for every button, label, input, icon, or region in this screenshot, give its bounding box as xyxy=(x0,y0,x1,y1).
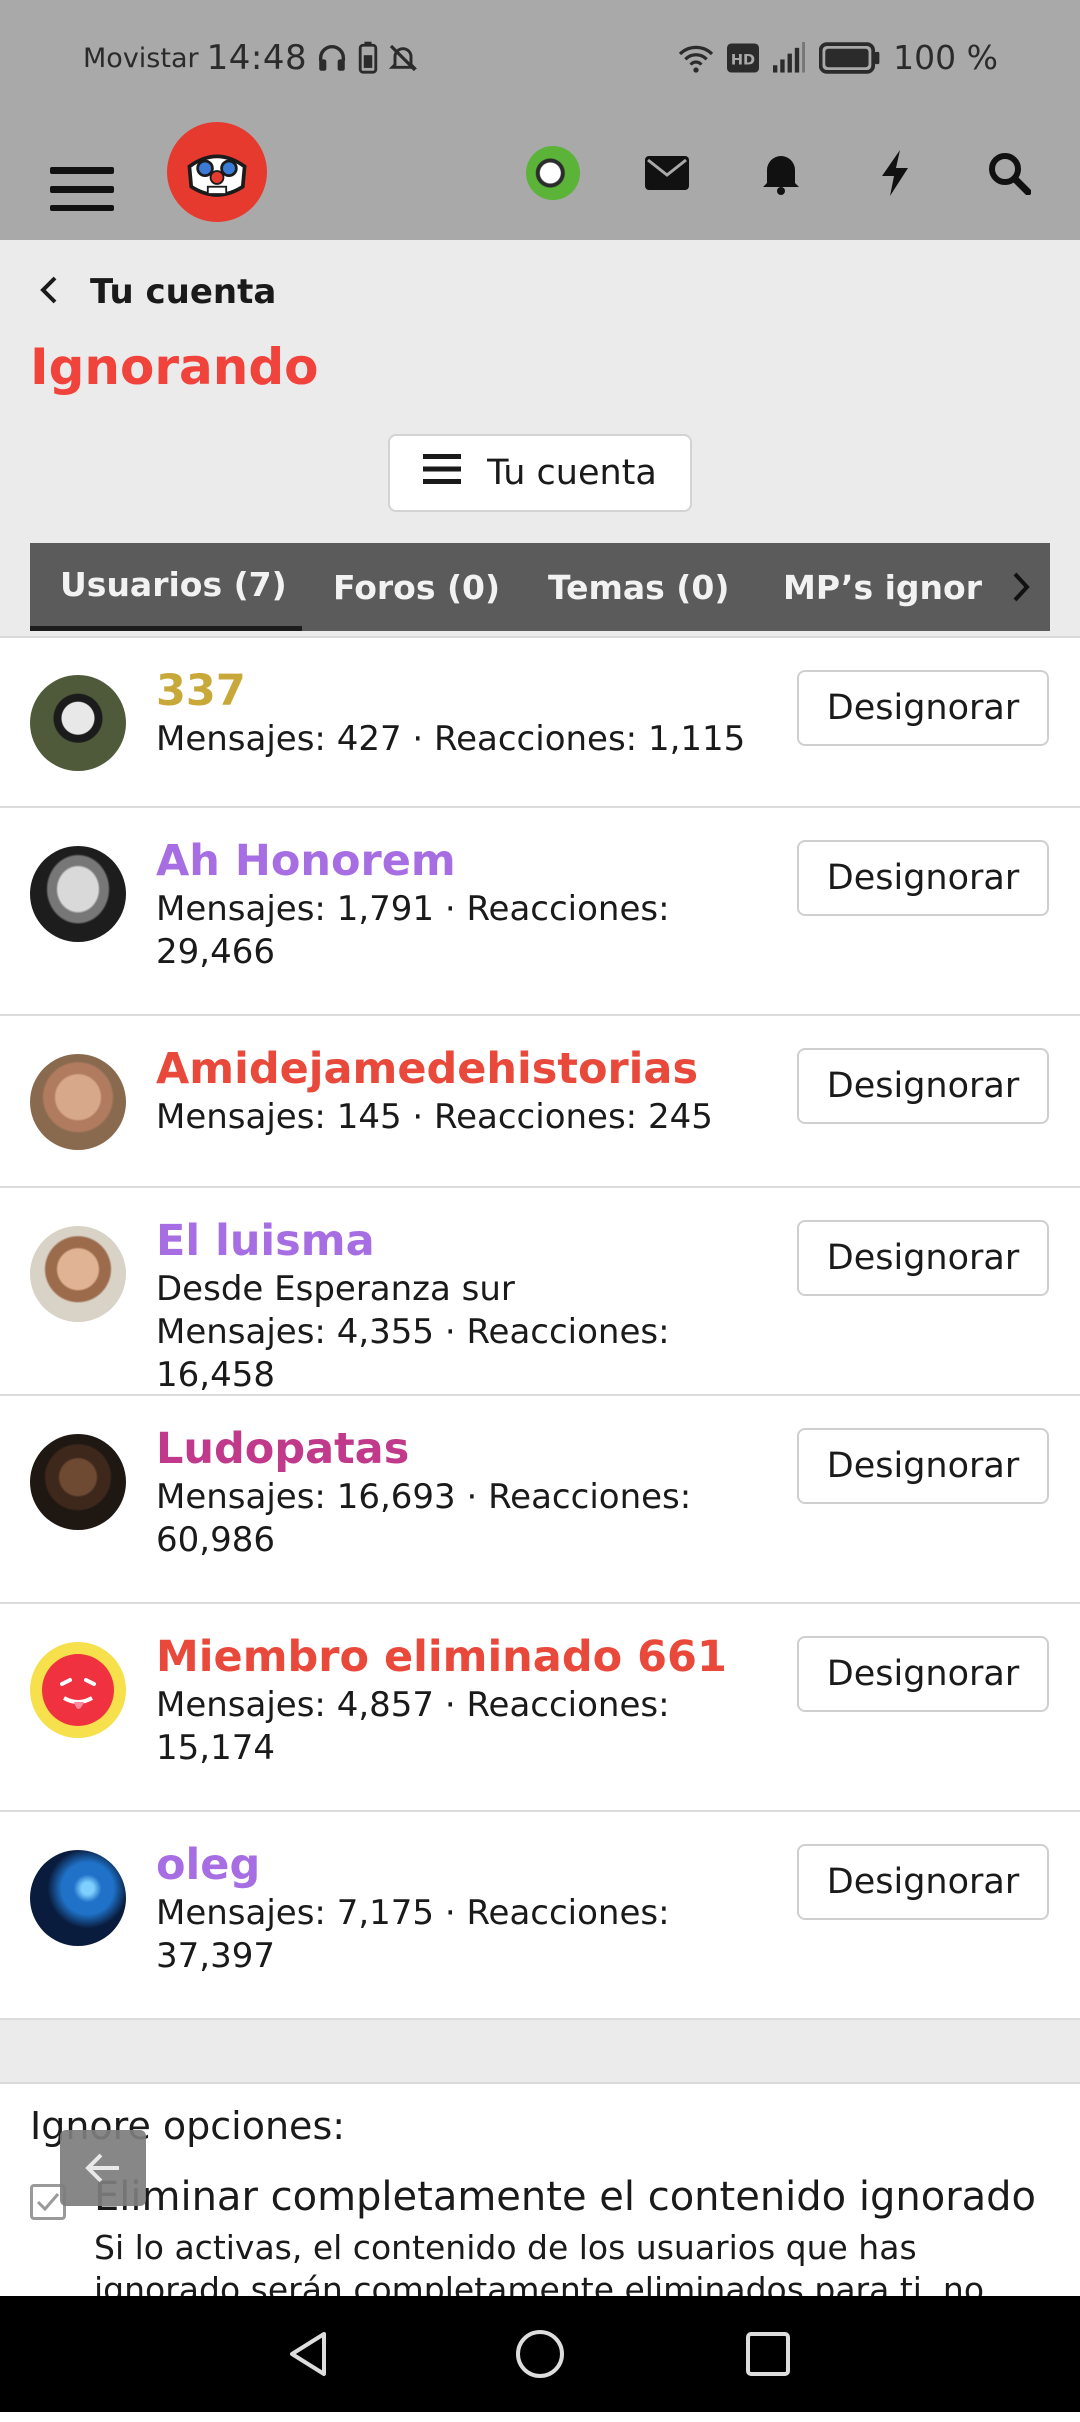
user-name[interactable]: Ah Honorem xyxy=(156,836,456,886)
nav-back-icon[interactable] xyxy=(278,2324,338,2384)
carrier-label: Movistar xyxy=(83,42,199,74)
battery-icon xyxy=(819,41,881,75)
chevron-right-icon[interactable] xyxy=(992,543,1050,631)
user-stats: Mensajes: 4,857 · Reacciones: 15,174 xyxy=(156,1684,756,1770)
avatar[interactable] xyxy=(30,1642,126,1738)
avatar[interactable] xyxy=(30,1226,126,1322)
stats-line: 60,986 xyxy=(156,1520,275,1560)
list-item: Ah Honorem Mensajes: 1,791 · Reacciones:… xyxy=(0,808,1080,1016)
user-name[interactable]: 337 xyxy=(156,666,246,716)
unignore-button[interactable]: Designorar xyxy=(797,1844,1049,1920)
breadcrumb-label: Tu cuenta xyxy=(90,272,277,312)
stats-line: Mensajes: 427 · Reacciones: 1,115 xyxy=(156,719,746,759)
tab-label: MP’s ignor xyxy=(783,567,982,607)
unignore-button[interactable]: Designorar xyxy=(797,1428,1049,1504)
hd-icon: HD xyxy=(727,42,760,73)
system-nav-bar xyxy=(0,2296,1080,2412)
user-stats: Mensajes: 16,693 · Reacciones: 60,986 xyxy=(156,1476,756,1562)
stats-line: Mensajes: 16,693 · Reacciones: xyxy=(156,1477,692,1517)
menu-icon[interactable] xyxy=(50,147,114,211)
tab-foros[interactable]: Foros (0) xyxy=(333,543,500,631)
page-title: Ignorando xyxy=(30,338,319,396)
tab-temas[interactable]: Temas (0) xyxy=(548,543,729,631)
tab-usuarios[interactable]: Usuarios (7) xyxy=(30,543,302,631)
user-stats: Mensajes: 145 · Reacciones: 245 xyxy=(156,1096,756,1139)
user-name[interactable]: El luisma xyxy=(156,1216,375,1266)
user-stats: Mensajes: 7,175 · Reacciones: 37,397 xyxy=(156,1892,756,1978)
avatar[interactable] xyxy=(30,675,126,771)
list-item: oleg Mensajes: 7,175 · Reacciones: 37,39… xyxy=(0,1812,1080,2020)
svg-text:HD: HD xyxy=(731,52,755,68)
stats-line: 37,397 xyxy=(156,1936,275,1976)
unignore-button[interactable]: Designorar xyxy=(797,1636,1049,1712)
floating-back-button[interactable] xyxy=(60,2130,146,2206)
wifi-icon xyxy=(677,42,715,74)
bell-icon[interactable] xyxy=(748,140,814,206)
user-stats: Mensajes: 427 · Reacciones: 1,115 xyxy=(156,718,756,761)
list-item: El luisma Desde Esperanza sur Mensajes: … xyxy=(0,1188,1080,1396)
list-item: Ludopatas Mensajes: 16,693 · Reacciones:… xyxy=(0,1396,1080,1604)
status-bar: Movistar 14:48 HD 100 % xyxy=(0,0,1080,122)
user-stats: Desde Esperanza sur Mensajes: 4,355 · Re… xyxy=(156,1268,756,1397)
stats-line: Mensajes: 4,355 · Reacciones: 16,458 xyxy=(156,1312,670,1395)
account-menu-button[interactable]: Tu cuenta xyxy=(388,434,692,512)
stats-line: Mensajes: 4,857 · Reacciones: xyxy=(156,1685,670,1725)
breadcrumb[interactable]: Tu cuenta xyxy=(38,272,276,312)
chevron-left-icon xyxy=(38,275,60,309)
stats-line: Desde Esperanza sur xyxy=(156,1269,515,1309)
list-item: Amidejamedehistorias Mensajes: 145 · Rea… xyxy=(0,1016,1080,1188)
battery-percent: 100 % xyxy=(893,38,998,77)
user-name[interactable]: oleg xyxy=(156,1840,260,1890)
stats-line: Mensajes: 145 · Reacciones: 245 xyxy=(156,1097,713,1137)
ignored-users-list: 337 Mensajes: 427 · Reacciones: 1,115 De… xyxy=(0,636,1080,2020)
tab-label: Usuarios (7) xyxy=(60,565,287,604)
list-item: Miembro eliminado 661 Mensajes: 4,857 · … xyxy=(0,1604,1080,1812)
unignore-button[interactable]: Designorar xyxy=(797,1220,1049,1296)
checkbox-label[interactable]: Eliminar completamente el contenido igno… xyxy=(94,2174,1036,2220)
clock: 14:48 xyxy=(206,38,308,78)
tab-mps[interactable]: MP’s ignor xyxy=(783,543,982,631)
tab-label: Foros (0) xyxy=(333,567,501,607)
search-icon[interactable] xyxy=(976,140,1042,206)
user-name[interactable]: Ludopatas xyxy=(156,1424,409,1474)
nav-recents-icon[interactable] xyxy=(738,2324,798,2384)
bell-muted-icon xyxy=(387,42,419,74)
stats-line: 29,466 xyxy=(156,932,275,972)
nav-home-icon[interactable] xyxy=(510,2324,570,2384)
stats-line: 15,174 xyxy=(156,1728,275,1768)
app-header xyxy=(0,122,1080,240)
user-name[interactable]: Amidejamedehistorias xyxy=(156,1044,698,1094)
user-name[interactable]: Miembro eliminado 661 xyxy=(156,1632,727,1682)
site-logo[interactable] xyxy=(167,122,267,222)
user-stats: Mensajes: 1,791 · Reacciones: 29,466 xyxy=(156,888,756,974)
list-item: 337 Mensajes: 427 · Reacciones: 1,115 De… xyxy=(0,638,1080,808)
stats-line: Mensajes: 1,791 · Reacciones: xyxy=(156,889,670,929)
tab-label: Temas (0) xyxy=(548,567,730,607)
avatar[interactable] xyxy=(30,1054,126,1150)
avatar[interactable] xyxy=(30,1434,126,1530)
list-menu-icon xyxy=(423,452,462,495)
account-menu-label: Tu cuenta xyxy=(487,453,657,493)
avatar[interactable] xyxy=(30,846,126,942)
headphones-icon xyxy=(315,41,349,75)
user-avatar[interactable] xyxy=(520,140,586,206)
avatar[interactable] xyxy=(30,1850,126,1946)
stats-line: Mensajes: 7,175 · Reacciones: xyxy=(156,1893,670,1933)
battery-saver-icon xyxy=(357,41,379,75)
unignore-button[interactable]: Designorar xyxy=(797,670,1049,746)
ignore-tabs: Usuarios (7) Foros (0) Temas (0) MP’s ig… xyxy=(30,543,1050,631)
bolt-icon[interactable] xyxy=(862,140,928,206)
unignore-button[interactable]: Designorar xyxy=(797,840,1049,916)
signal-icon xyxy=(771,41,807,74)
unignore-button[interactable]: Designorar xyxy=(797,1048,1049,1124)
mail-icon[interactable] xyxy=(634,140,700,206)
